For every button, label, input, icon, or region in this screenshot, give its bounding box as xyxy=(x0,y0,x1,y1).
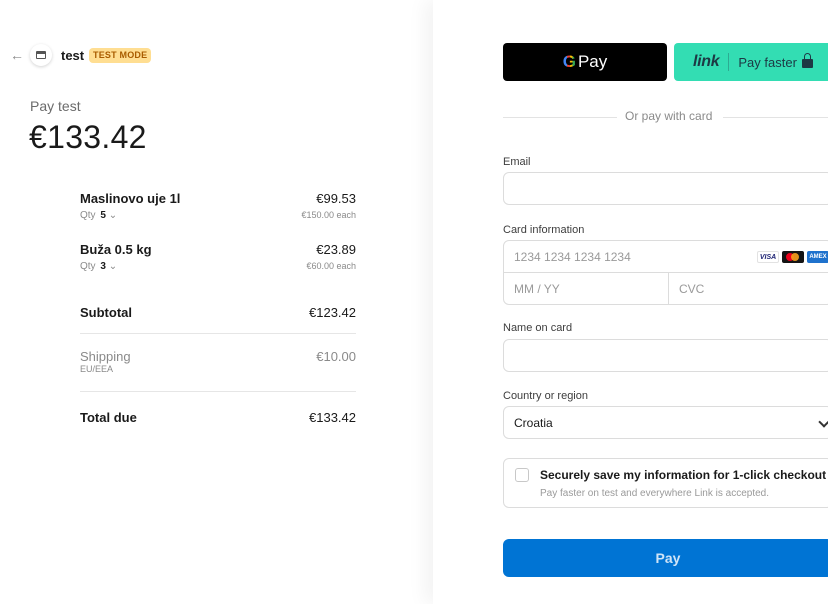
divider xyxy=(80,333,356,334)
email-label: Email xyxy=(503,156,531,168)
line-item-unit-price: €150.00 each xyxy=(301,210,356,220)
shipping-value: €10.00 xyxy=(316,349,356,364)
store-icon[interactable] xyxy=(30,44,52,66)
save-info-box[interactable]: Securely save my information for 1-click… xyxy=(503,458,828,508)
line-item-name: Maslinovo uje 1l xyxy=(80,191,181,206)
quantity-selector[interactable]: Qty 5 ⌄ xyxy=(80,210,117,221)
line-item-unit-price: €60.00 each xyxy=(306,261,356,271)
amex-icon: AMEX xyxy=(807,251,828,263)
country-label: Country or region xyxy=(503,390,588,402)
google-g-icon: G xyxy=(562,52,576,71)
divider xyxy=(80,391,356,392)
subtotal-label: Subtotal xyxy=(80,305,132,320)
quantity-selector[interactable]: Qty 3 ⌄ xyxy=(80,261,117,272)
card-information-group: VISA AMEX xyxy=(503,240,828,305)
save-info-subtitle: Pay faster on test and everywhere Link i… xyxy=(540,488,770,499)
google-pay-label: Pay xyxy=(577,52,608,71)
save-info-checkbox[interactable] xyxy=(515,468,529,482)
shipping-label: Shipping xyxy=(80,349,131,364)
google-pay-button[interactable]: G Pay xyxy=(503,43,667,81)
or-pay-with-card: Or pay with card xyxy=(625,109,713,123)
line-item-total: €23.89 xyxy=(316,242,356,257)
merchant-name: test xyxy=(61,48,85,63)
shipping-region: EU/EEA xyxy=(80,364,114,374)
mastercard-icon xyxy=(782,251,804,263)
pay-label: Pay test xyxy=(30,98,81,114)
order-summary-panel: ← test TEST MODE Pay test €133.42 Maslin… xyxy=(0,0,433,604)
payment-panel: G Pay link Pay faster Or pay with card E… xyxy=(433,0,828,604)
line-item-total: €99.53 xyxy=(316,191,356,206)
card-number-input[interactable] xyxy=(504,241,828,273)
cvc-input[interactable] xyxy=(669,273,828,305)
line-item-name: Buža 0.5 kg xyxy=(80,242,152,257)
pay-amount: €133.42 xyxy=(29,119,147,155)
country-select[interactable]: Croatia xyxy=(503,406,828,439)
link-pay-label: Pay faster xyxy=(738,54,797,70)
save-info-title: Securely save my information for 1-click… xyxy=(540,468,827,482)
or-divider: Or pay with card xyxy=(503,109,828,125)
email-field[interactable] xyxy=(503,172,828,205)
pay-button[interactable]: Pay xyxy=(503,539,828,577)
name-on-card-label: Name on card xyxy=(503,322,573,334)
link-logo: link xyxy=(693,53,720,70)
divider xyxy=(728,53,730,71)
arrow-left-icon[interactable]: ← xyxy=(10,47,24,63)
test-mode-badge: TEST MODE xyxy=(89,48,152,63)
chevron-down-icon xyxy=(818,416,828,428)
link-pay-button[interactable]: link Pay faster xyxy=(674,43,828,81)
name-on-card-field[interactable] xyxy=(503,339,828,372)
lock-icon xyxy=(801,53,813,68)
chevron-down-icon: ⌄ xyxy=(108,210,118,221)
chevron-down-icon: ⌄ xyxy=(108,261,118,272)
visa-icon: VISA xyxy=(757,251,779,263)
country-value: Croatia xyxy=(514,415,553,430)
total-value: €133.42 xyxy=(309,410,356,425)
card-information-label: Card information xyxy=(503,224,585,236)
expiry-input[interactable] xyxy=(504,273,669,305)
subtotal-value: €123.42 xyxy=(309,305,356,320)
total-label: Total due xyxy=(80,410,137,425)
